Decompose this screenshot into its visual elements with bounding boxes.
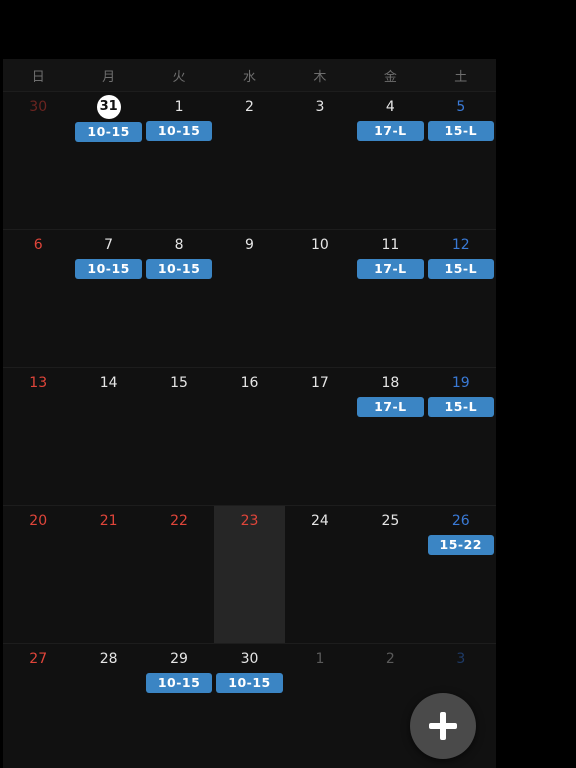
- weekday-label: 金: [383, 69, 397, 85]
- day-cell[interactable]: 1: [284, 643, 356, 768]
- day-cell[interactable]: 30 10-15: [214, 643, 285, 768]
- date-number: 25: [381, 513, 400, 529]
- date-number: 8: [174, 237, 184, 253]
- day-cell[interactable]: 9: [214, 229, 285, 367]
- date-number: 30: [240, 651, 259, 667]
- date-number: 15: [170, 375, 188, 391]
- date-number: 16: [240, 375, 259, 391]
- date-number: 6: [33, 237, 43, 253]
- day-cell[interactable]: 2: [214, 91, 285, 229]
- weekday-label: 木: [313, 69, 327, 85]
- day-cell[interactable]: 12 15-L: [425, 229, 496, 367]
- date-number: 7: [104, 237, 114, 253]
- day-cell[interactable]: 17: [284, 367, 356, 505]
- date-number: 9: [245, 237, 254, 253]
- event-chip[interactable]: 17-L: [357, 121, 424, 141]
- day-cell[interactable]: 21: [73, 505, 144, 643]
- date-number: 22: [170, 513, 188, 529]
- date-number: 18: [381, 375, 400, 391]
- event-chip[interactable]: 15-L: [427, 259, 494, 279]
- calendar-grid: 30 31 10-15 1 10-15 2 3 4 17-L 5 15-L 6 7 10-15 8 10-15…: [3, 91, 496, 768]
- date-number: 13: [29, 375, 48, 391]
- day-cell[interactable]: 23: [214, 505, 285, 643]
- day-cell[interactable]: 10: [284, 229, 356, 367]
- add-event-button[interactable]: [410, 693, 476, 759]
- date-number: 24: [311, 513, 329, 529]
- date-number: 14: [99, 375, 118, 391]
- weekday-label: 水: [242, 69, 256, 85]
- date-number: 30: [29, 99, 48, 115]
- day-cell[interactable]: 8 10-15: [143, 229, 215, 367]
- day-cell[interactable]: 11 17-L: [355, 229, 426, 367]
- day-cell[interactable]: 7 10-15: [73, 229, 144, 367]
- date-number: 3: [456, 651, 466, 667]
- day-cell[interactable]: 1 10-15: [143, 91, 215, 229]
- date-number: 29: [170, 651, 188, 667]
- day-cell[interactable]: 5 15-L: [425, 91, 496, 229]
- day-cell[interactable]: 31 10-15: [73, 91, 144, 229]
- weekday-label: 土: [454, 69, 468, 85]
- day-cell[interactable]: 22: [143, 505, 215, 643]
- day-cell[interactable]: 2: [355, 643, 426, 768]
- date-number: 1: [174, 99, 184, 115]
- day-cell[interactable]: 25: [355, 505, 426, 643]
- event-chip[interactable]: 10-15: [75, 122, 142, 142]
- event-chip[interactable]: 17-L: [357, 259, 424, 279]
- weekday-label: 月: [102, 69, 116, 85]
- event-chip[interactable]: 10-15: [145, 673, 213, 693]
- event-chip[interactable]: 10-15: [145, 121, 213, 141]
- day-cell[interactable]: 24: [284, 505, 356, 643]
- weekday-label: 日: [31, 69, 45, 85]
- day-cell[interactable]: 19 15-L: [425, 367, 496, 505]
- date-number: 20: [29, 513, 48, 529]
- day-cell[interactable]: 30: [3, 91, 74, 229]
- day-cell[interactable]: 26 15-22: [425, 505, 496, 643]
- event-chip[interactable]: 10-15: [75, 259, 142, 279]
- day-cell[interactable]: 29 10-15: [143, 643, 215, 768]
- day-cell[interactable]: 28: [73, 643, 144, 768]
- date-number: 17: [311, 375, 329, 391]
- event-chip[interactable]: 10-15: [216, 673, 283, 693]
- day-cell[interactable]: 4 17-L: [355, 91, 426, 229]
- today-date-number: 31: [96, 95, 121, 119]
- day-cell[interactable]: 16: [214, 367, 285, 505]
- date-number: 11: [381, 237, 400, 253]
- date-number: 2: [385, 651, 395, 667]
- plus-icon: [429, 712, 457, 740]
- event-chip[interactable]: 15-L: [427, 121, 494, 141]
- date-number: 21: [99, 513, 118, 529]
- date-number: 1: [315, 651, 325, 667]
- event-chip[interactable]: 15-22: [427, 535, 494, 555]
- event-chip[interactable]: 17-L: [357, 397, 424, 417]
- month-calendar: 日月火水木金土 30 31 10-15 1 10-15 2 3 4 17-L 5 15-L 6 7 10-…: [3, 59, 496, 768]
- day-cell[interactable]: 13: [3, 367, 74, 505]
- day-cell[interactable]: 15: [143, 367, 215, 505]
- date-number: 19: [451, 375, 470, 391]
- weekday-label: 火: [172, 69, 186, 85]
- day-cell[interactable]: 20: [3, 505, 74, 643]
- date-number: 27: [29, 651, 48, 667]
- date-number: 23: [240, 513, 259, 529]
- date-number: 4: [385, 99, 395, 115]
- date-number: 26: [451, 513, 470, 529]
- event-chip[interactable]: 10-15: [145, 259, 213, 279]
- day-cell[interactable]: 18 17-L: [355, 367, 426, 505]
- day-cell[interactable]: 27: [3, 643, 74, 768]
- day-cell[interactable]: 6: [3, 229, 74, 367]
- date-number: 28: [99, 651, 118, 667]
- date-number: 5: [456, 99, 466, 115]
- date-number: 10: [311, 237, 329, 253]
- day-cell[interactable]: 14: [73, 367, 144, 505]
- event-chip[interactable]: 15-L: [427, 397, 494, 417]
- weekday-header: 日月火水木金土: [3, 59, 496, 92]
- day-cell[interactable]: 3: [284, 91, 356, 229]
- date-number: 2: [245, 99, 254, 115]
- date-number: 3: [315, 99, 325, 115]
- date-number: 12: [451, 237, 470, 253]
